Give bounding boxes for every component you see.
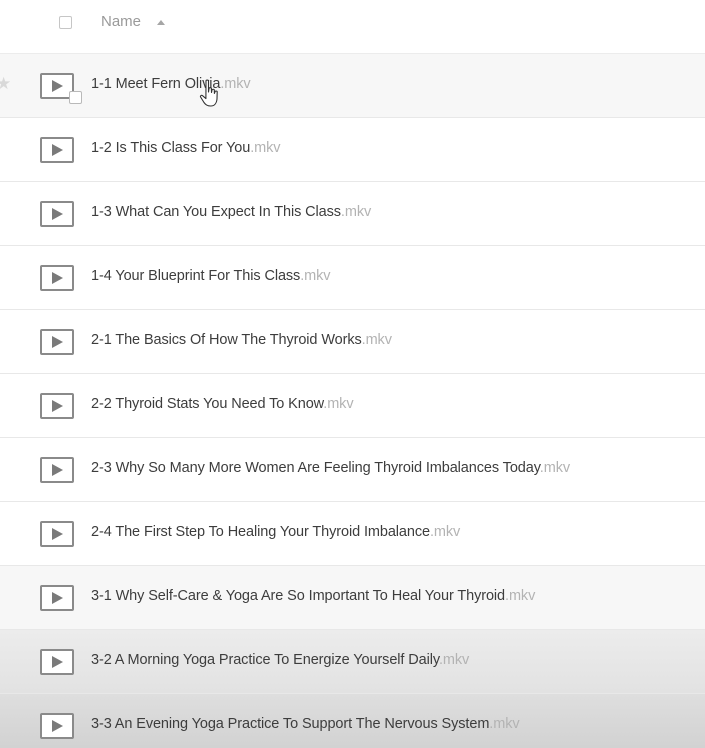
file-name-base: 1-2 Is This Class For You	[91, 140, 251, 156]
file-name[interactable]: 1-1 Meet Fern Olivia.mkv	[91, 76, 251, 92]
video-file-icon	[40, 521, 74, 547]
file-extension: .mkv	[300, 268, 331, 284]
video-file-icon	[40, 265, 74, 291]
list-header: Name	[0, 0, 705, 54]
file-name[interactable]: 1-3 What Can You Expect In This Class.mk…	[91, 204, 371, 220]
file-extension: .mkv	[323, 396, 354, 412]
file-extension: .mkv	[489, 716, 520, 732]
video-file-icon	[40, 457, 74, 483]
name-column-header[interactable]: Name	[101, 13, 141, 30]
file-extension: .mkv	[220, 76, 251, 92]
file-list-page: Name ★ 1-1 Meet Fern Olivia.mkv 1-2 Is T…	[0, 0, 705, 748]
file-name[interactable]: 2-4 The First Step To Healing Your Thyro…	[91, 524, 460, 540]
file-extension: .mkv	[250, 140, 281, 156]
star-icon[interactable]: ★	[0, 74, 11, 94]
video-file-icon	[40, 649, 74, 675]
file-list: ★ 1-1 Meet Fern Olivia.mkv 1-2 Is This C…	[0, 54, 705, 748]
select-all-checkbox[interactable]	[59, 16, 72, 29]
hand-pointer-cursor	[199, 79, 218, 107]
video-file-icon	[40, 201, 74, 227]
file-name[interactable]: 3-1 Why Self-Care & Yoga Are So Importan…	[91, 588, 535, 604]
file-name[interactable]: 1-2 Is This Class For You.mkv	[91, 140, 281, 156]
video-file-icon	[40, 585, 74, 611]
file-name[interactable]: 2-3 Why So Many More Women Are Feeling T…	[91, 460, 570, 476]
file-row[interactable]: 3-3 An Evening Yoga Practice To Support …	[0, 694, 705, 748]
file-name-base: 1-4 Your Blueprint For This Class	[91, 268, 301, 284]
file-name-base: 2-1 The Basics Of How The Thyroid Works	[91, 332, 362, 348]
file-extension: .mkv	[340, 204, 372, 220]
file-name-base: 2-3 Why So Many More Women Are Feeling T…	[91, 460, 540, 476]
file-name-base: 2-4 The First Step To Healing Your Thyro…	[91, 524, 430, 540]
file-name[interactable]: 2-1 The Basics Of How The Thyroid Works.…	[91, 332, 392, 348]
file-row[interactable]: 2-4 The First Step To Healing Your Thyro…	[0, 502, 705, 566]
file-name[interactable]: 1-4 Your Blueprint For This Class.mkv	[91, 268, 331, 284]
file-row[interactable]: 1-4 Your Blueprint For This Class.mkv	[0, 246, 705, 310]
file-name[interactable]: 3-3 An Evening Yoga Practice To Support …	[91, 716, 520, 732]
sort-ascending-icon[interactable]	[157, 20, 165, 25]
file-row[interactable]: 1-3 What Can You Expect In This Class.mk…	[0, 182, 705, 246]
file-extension: .mkv	[361, 332, 392, 348]
file-extension: .mkv	[429, 524, 461, 540]
file-row[interactable]: 2-3 Why So Many More Women Are Feeling T…	[0, 438, 705, 502]
file-name-base: 3-2 A Morning Yoga Practice To Energize …	[91, 652, 439, 668]
video-file-icon	[40, 393, 74, 419]
file-name-base: 3-3 An Evening Yoga Practice To Support …	[91, 716, 490, 732]
file-extension: .mkv	[505, 588, 536, 604]
file-name[interactable]: 3-2 A Morning Yoga Practice To Energize …	[91, 652, 469, 668]
row-checkbox[interactable]	[69, 91, 82, 104]
file-name-base: 1-3 What Can You Expect In This Class	[91, 204, 341, 220]
file-row[interactable]: ★ 1-1 Meet Fern Olivia.mkv	[0, 54, 705, 118]
file-extension: .mkv	[539, 460, 570, 476]
file-name-base: 2-2 Thyroid Stats You Need To Know	[91, 396, 324, 412]
file-extension: .mkv	[438, 652, 470, 668]
file-row[interactable]: 3-1 Why Self-Care & Yoga Are So Importan…	[0, 566, 705, 630]
video-file-icon	[40, 137, 74, 163]
file-row[interactable]: 1-2 Is This Class For You.mkv	[0, 118, 705, 182]
video-file-icon	[40, 329, 74, 355]
file-row[interactable]: 2-2 Thyroid Stats You Need To Know.mkv	[0, 374, 705, 438]
file-row[interactable]: 3-2 A Morning Yoga Practice To Energize …	[0, 630, 705, 694]
file-name-base: 3-1 Why Self-Care & Yoga Are So Importan…	[91, 588, 506, 604]
file-name[interactable]: 2-2 Thyroid Stats You Need To Know.mkv	[91, 396, 354, 412]
file-row[interactable]: 2-1 The Basics Of How The Thyroid Works.…	[0, 310, 705, 374]
video-file-icon	[40, 713, 74, 739]
